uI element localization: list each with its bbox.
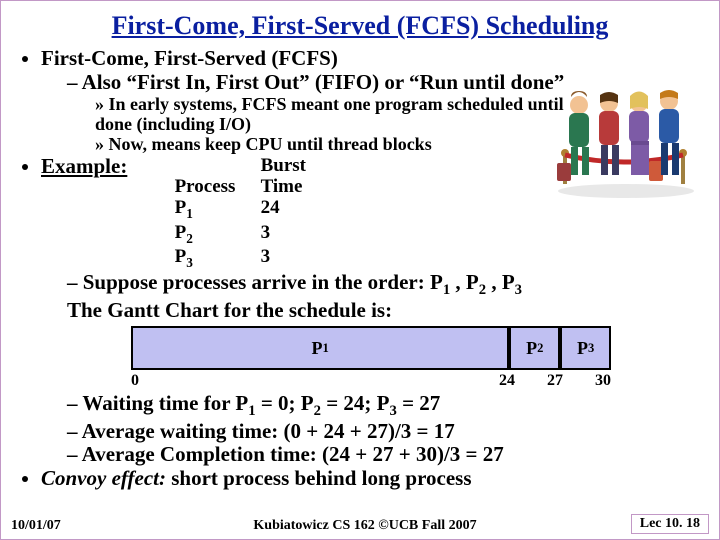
footer-date: 10/01/07 (11, 518, 121, 534)
col-burst: Burst Time (261, 155, 351, 198)
table-row: P124 (175, 197, 351, 222)
bullet-convoy: Convoy effect: short process behind long… (41, 467, 701, 491)
gantt-axis: 0 24 27 30 (131, 372, 611, 390)
bullet-example: Example: ProcessBurst Time P124 P23 P33 … (41, 155, 701, 467)
footer-course: Kubiatowicz CS 162 ©UCB Fall 2007 (121, 518, 609, 534)
queue-people-illustration (551, 69, 701, 199)
gantt-chart: P1 P2 P3 0 24 27 30 (131, 326, 611, 390)
footer-page: Lec 10. 18 (609, 514, 709, 534)
slide: First-Come, First-Served (FCFS) Scheduli… (0, 0, 720, 540)
process-table: ProcessBurst Time P124 P23 P33 (175, 155, 351, 272)
gantt-cell-p1: P1 (131, 328, 509, 368)
bullet-waiting-time: Waiting time for P1 = 0; P2 = 24; P3 = 2… (67, 392, 701, 420)
bullet-avg-completion: Average Completion time: (24 + 27 + 30)/… (67, 443, 701, 467)
bullet-suppose: Suppose processes arrive in the order: P… (67, 271, 701, 322)
table-row: P33 (175, 246, 351, 271)
gantt-cell-p2: P2 (509, 328, 560, 368)
gantt-cell-p3: P3 (560, 328, 611, 368)
table-row: P23 (175, 222, 351, 247)
slide-title: First-Come, First-Served (FCFS) Scheduli… (19, 11, 701, 41)
col-process: Process (175, 176, 261, 197)
bullet-early-systems: In early systems, FCFS meant one program… (95, 94, 565, 134)
slide-footer: 10/01/07 Kubiatowicz CS 162 ©UCB Fall 20… (1, 514, 719, 534)
bullet-avg-wait: Average waiting time: (0 + 24 + 27)/3 = … (67, 420, 701, 444)
